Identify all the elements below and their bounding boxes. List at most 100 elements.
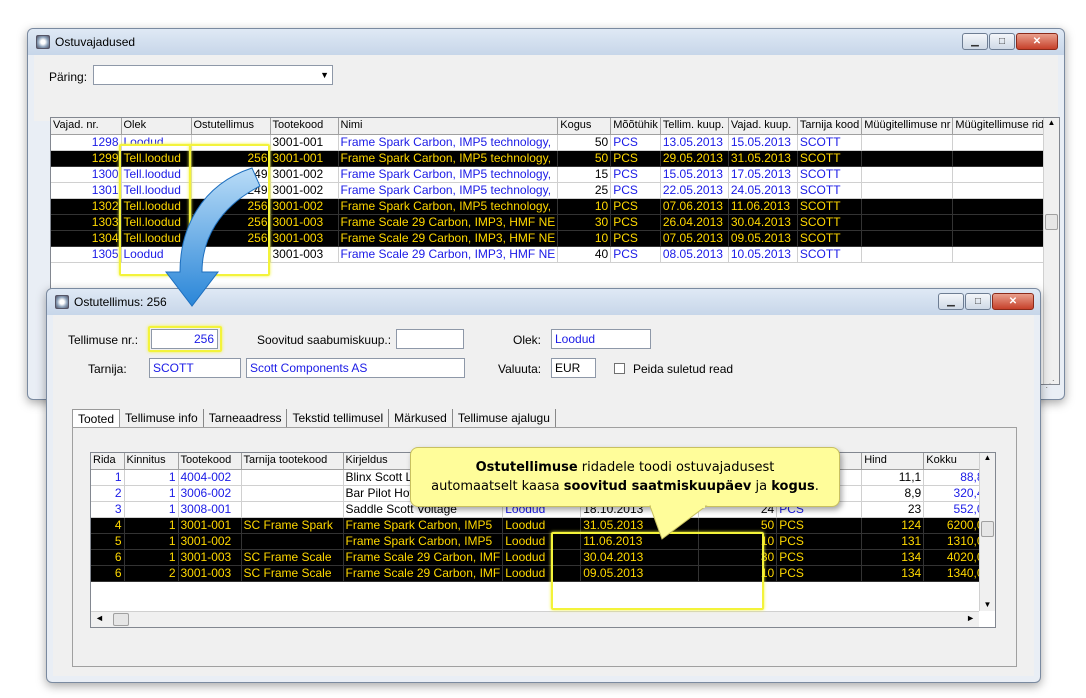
table-cell: PCS <box>610 182 661 199</box>
table-cell: 3001-003 <box>270 230 339 247</box>
table-cell: 1298 <box>51 134 122 151</box>
table-cell: 3001-003 <box>178 549 242 566</box>
table-cell: 40 <box>557 246 612 263</box>
table-cell: 3001-003 <box>270 214 339 231</box>
tab-5[interactable]: Tellimuse ajalugu <box>453 409 556 428</box>
table-cell: Frame Scale 29 Carbon, IMP3, HMF NE <box>338 246 559 263</box>
table-cell: 23 <box>861 501 925 518</box>
supplier-code-field[interactable]: SCOTT <box>149 358 241 378</box>
table-cell: 10.05.2013 <box>728 246 798 263</box>
vertical-scrollbar[interactable]: ▲ ▼ <box>979 453 995 611</box>
table-row[interactable]: 4 1 3001-001 SC Frame Spark Frame Spark Carb… <box>91 517 994 534</box>
table-cell <box>952 198 1054 215</box>
column-header[interactable]: Vajad. kuup. <box>728 118 798 135</box>
minimize-button[interactable]: ▁ <box>962 33 988 50</box>
table-cell: 6 <box>91 549 125 566</box>
table-cell: PCS <box>776 549 863 566</box>
currency-field[interactable]: EUR <box>551 358 596 378</box>
table-cell: 15 <box>557 166 612 183</box>
order-nr-field[interactable]: 256 <box>151 329 218 349</box>
maximize-button[interactable]: □ <box>989 33 1015 50</box>
table-cell: 1303 <box>51 214 122 231</box>
vertical-scrollbar[interactable]: ▲ <box>1043 118 1059 384</box>
table-cell: SCOTT <box>797 246 863 263</box>
column-header[interactable]: Nimi <box>338 118 559 135</box>
minimize-button[interactable]: ▁ <box>938 293 964 310</box>
tab-3[interactable]: Tekstid tellimusel <box>287 409 390 428</box>
scroll-right-icon[interactable]: ► <box>966 613 975 623</box>
scroll-left-icon[interactable]: ◄ <box>95 613 104 623</box>
column-header[interactable]: Olek <box>121 118 192 135</box>
table-cell: 11,1 <box>861 469 925 486</box>
tab-0[interactable]: Tooted <box>72 409 121 428</box>
table-cell: 22.05.2013 <box>660 182 729 199</box>
table-cell: Loodud <box>502 549 582 566</box>
close-button[interactable]: ✕ <box>1016 33 1058 50</box>
column-header[interactable]: Tootekood <box>178 453 242 470</box>
table-cell: 13.05.2013 <box>660 134 729 151</box>
table-cell: 1 <box>124 549 179 566</box>
tab-4[interactable]: Märkused <box>389 409 453 428</box>
table-cell <box>191 134 271 151</box>
table-row[interactable]: 1298 Loodud 3001-001 Frame Spark Carbon, IM… <box>51 134 1054 151</box>
table-cell: 3001-002 <box>270 198 339 215</box>
hide-closed-checkbox[interactable] <box>614 363 625 374</box>
table-cell: 1301 <box>51 182 122 199</box>
table-cell: Loodud <box>502 533 582 550</box>
status-label: Olek: <box>513 333 542 347</box>
supplier-label: Tarnija: <box>88 362 127 376</box>
column-header[interactable]: Hind <box>861 453 925 470</box>
scroll-thumb[interactable] <box>981 521 994 537</box>
close-button[interactable]: ✕ <box>992 293 1034 310</box>
column-header[interactable]: Mõõtühik <box>610 118 661 135</box>
scroll-up-icon[interactable]: ▲ <box>980 453 995 462</box>
table-cell <box>952 182 1054 199</box>
column-header[interactable]: Tellim. kuup. <box>660 118 729 135</box>
query-select[interactable]: ▼ <box>93 65 333 85</box>
column-header[interactable]: Kinnitus <box>124 453 179 470</box>
table-cell: SC Frame Scale <box>241 565 344 582</box>
horizontal-scrollbar[interactable]: ◄ ► <box>91 611 979 627</box>
supplier-name-field[interactable]: Scott Components AS <box>246 358 465 378</box>
tab-2[interactable]: Tarneaadress <box>204 409 288 428</box>
column-header[interactable]: Müügitellimuse rida <box>952 118 1054 135</box>
resize-grip-icon[interactable]: ⋰ <box>1045 379 1055 390</box>
agreed-date-field[interactable] <box>396 329 464 349</box>
maximize-button[interactable]: □ <box>965 293 991 310</box>
table-cell: PCS <box>610 166 661 183</box>
table-row[interactable]: 6 2 3001-003 SC Frame Scale Frame Scale 29 C… <box>91 565 994 582</box>
table-cell: 29.05.2013 <box>660 150 729 167</box>
status-field[interactable]: Loodud <box>551 329 651 349</box>
tab-1[interactable]: Tellimuse info <box>120 409 204 428</box>
table-cell: 3001-001 <box>270 150 339 167</box>
table-cell: 131 <box>861 533 925 550</box>
table-row[interactable]: 6 1 3001-003 SC Frame Scale Frame Scale 29 C… <box>91 549 994 566</box>
scroll-down-icon[interactable]: ▼ <box>980 600 995 609</box>
column-header[interactable]: Tarnija tootekood <box>241 453 344 470</box>
table-cell: 1304 <box>51 230 122 247</box>
scroll-thumb[interactable] <box>113 613 129 626</box>
table-cell: 10 <box>557 230 612 247</box>
column-header[interactable]: Tarnija kood <box>797 118 863 135</box>
column-header[interactable]: Ostutellimus <box>191 118 271 135</box>
table-cell: Loodud <box>502 565 582 582</box>
table-cell: Frame Scale 29 Carbon, IMP3, HMF NE <box>338 230 559 247</box>
table-row[interactable]: 5 1 3001-002 Frame Spark Carbon, IMP5 Loodud… <box>91 533 994 550</box>
table-cell <box>861 246 954 263</box>
column-header[interactable]: Tootekood <box>270 118 339 135</box>
scroll-up-icon[interactable]: ▲ <box>1044 118 1059 127</box>
column-header[interactable]: Müügitellimuse nr <box>861 118 954 135</box>
table-cell <box>861 198 954 215</box>
table-cell <box>241 485 344 502</box>
table-cell: Frame Spark Carbon, IMP5 technology, <box>338 198 559 215</box>
scroll-thumb[interactable] <box>1045 214 1058 230</box>
table-cell: Loodud <box>121 134 192 151</box>
table-cell: 4004-002 <box>178 469 242 486</box>
title-bar[interactable]: Ostuvajadused ▁ □ ✕ <box>28 29 1064 55</box>
column-header[interactable]: Kogus <box>557 118 612 135</box>
table-cell: SCOTT <box>797 230 863 247</box>
table-cell: 3001-001 <box>270 134 339 151</box>
column-header[interactable]: Rida <box>91 453 125 470</box>
table-cell: 30 <box>698 549 778 566</box>
column-header[interactable]: Vajad. nr. <box>51 118 122 135</box>
